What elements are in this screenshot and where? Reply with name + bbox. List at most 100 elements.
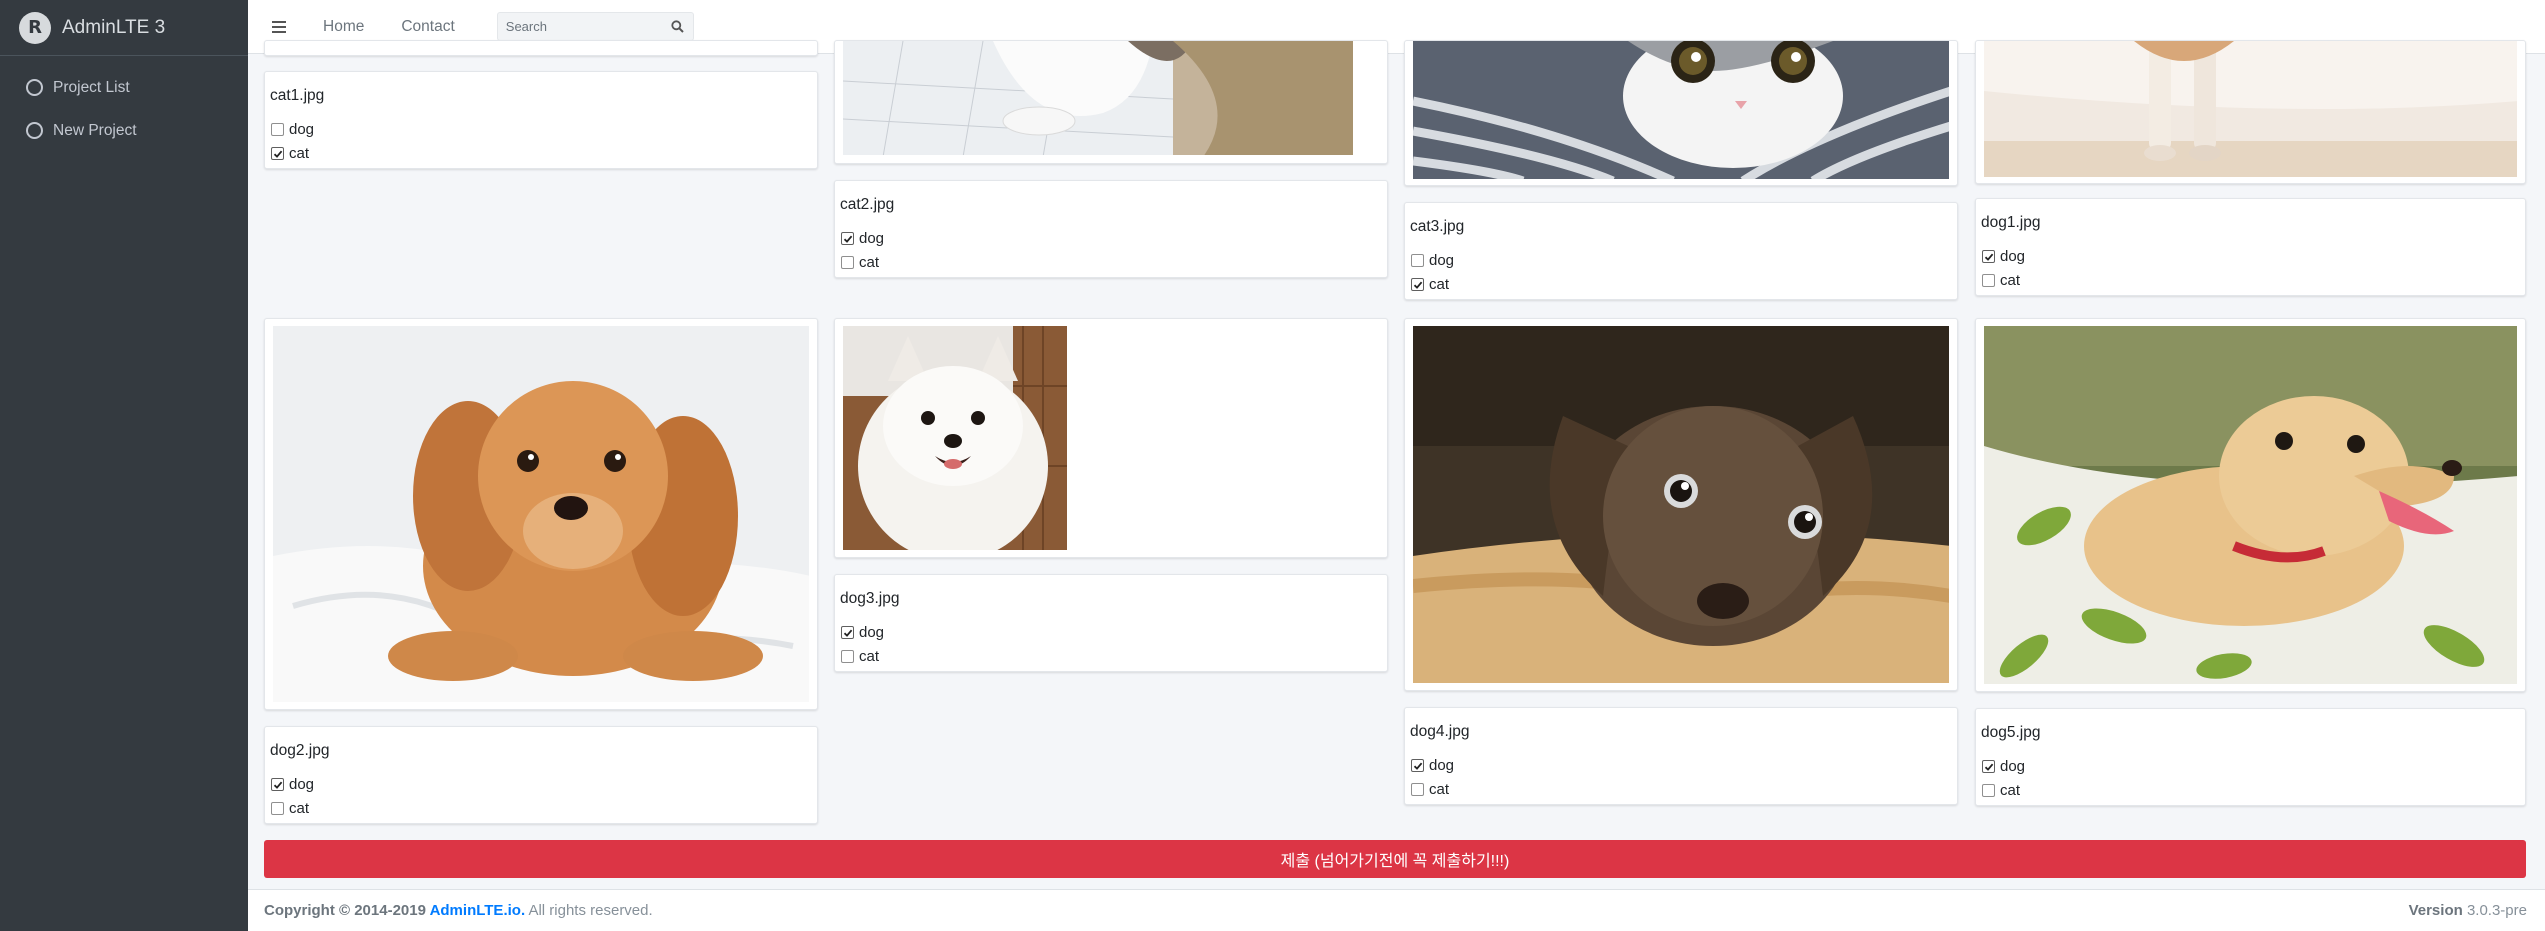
checkbox-dog[interactable]: dog — [271, 121, 314, 138]
file-name: dog1.jpg — [1981, 214, 2041, 231]
dog-photo — [843, 326, 1067, 550]
version-value: 3.0.3-pre — [2462, 902, 2527, 919]
checkbox-box[interactable] — [1982, 784, 1995, 797]
checkbox-box[interactable] — [1982, 274, 1995, 287]
checkbox-cat[interactable]: cat — [1411, 781, 1449, 798]
image-card-dog3 — [834, 318, 1388, 558]
checkbox-box[interactable] — [271, 802, 284, 815]
dog-photo-image — [843, 326, 1067, 550]
checkbox-cat[interactable]: cat — [1411, 276, 1449, 293]
checkbox-label: cat — [2000, 782, 2021, 799]
copyright-suffix: All rights reserved. — [525, 902, 653, 919]
label-card-cat2: cat2.jpg dog cat — [834, 180, 1388, 278]
search-button[interactable] — [663, 13, 693, 40]
sidebar: R AdminLTE 3 Project List New Project — [0, 0, 248, 931]
checkbox-dog[interactable]: dog — [1411, 757, 1454, 774]
copyright: Copyright © 2014-2019 AdminLTE.io. All r… — [264, 902, 653, 919]
checkbox-cat[interactable]: cat — [841, 254, 879, 271]
file-name: dog4.jpg — [1410, 723, 1470, 740]
image-card-cat1 — [264, 40, 818, 56]
menu-toggle-icon[interactable] — [272, 20, 286, 33]
file-name: dog3.jpg — [840, 590, 900, 607]
checkbox-cat[interactable]: cat — [1982, 272, 2020, 289]
checkbox-label: dog — [2000, 758, 2026, 775]
checkbox-box[interactable] — [271, 778, 284, 791]
checkbox-label: cat — [859, 648, 880, 665]
nav-contact-link[interactable]: Contact — [401, 18, 454, 36]
checkbox-box[interactable] — [271, 123, 284, 136]
checkbox-box[interactable] — [841, 650, 854, 663]
adminlte-link[interactable]: AdminLTE.io. — [430, 902, 526, 919]
brand-title: AdminLTE 3 — [62, 16, 166, 38]
version-label: Version — [2408, 902, 2463, 919]
checkbox-dog[interactable]: dog — [841, 230, 884, 247]
checkbox-box[interactable] — [1411, 783, 1424, 796]
search-input[interactable] — [497, 13, 663, 40]
copyright-prefix: Copyright © 2014-2019 — [264, 902, 430, 919]
submit-button[interactable]: 제출 (넘어가기전에 꼭 제출하기!!!) — [264, 840, 2526, 878]
file-name: cat3.jpg — [1410, 218, 1465, 235]
checkbox-box[interactable] — [841, 232, 854, 245]
checkbox-box[interactable] — [1982, 250, 1995, 263]
footer: Copyright © 2014-2019 AdminLTE.io. All r… — [248, 889, 2545, 931]
version-info: Version 3.0.3-pre — [2409, 902, 2527, 919]
checkbox-cat[interactable]: cat — [841, 648, 879, 665]
checkbox-dog[interactable]: dog — [1982, 758, 2025, 775]
checkbox-label: dog — [289, 121, 315, 138]
cat-photo — [1413, 41, 1949, 179]
checkbox-box[interactable] — [1411, 759, 1424, 772]
search-icon — [671, 20, 684, 33]
checkbox-box[interactable] — [841, 256, 854, 269]
checkbox-dog[interactable]: dog — [271, 776, 314, 793]
label-card-dog3: dog3.jpg dog cat — [834, 574, 1388, 672]
dog-photo — [1413, 326, 1949, 683]
checkbox-cat[interactable]: cat — [271, 145, 309, 162]
checkbox-box[interactable] — [1982, 760, 1995, 773]
file-name: dog5.jpg — [1981, 724, 2041, 741]
dog-photo-image — [1984, 41, 2517, 177]
checkbox-label: dog — [289, 776, 315, 793]
label-card-dog5: dog5.jpg dog cat — [1975, 708, 2526, 806]
label-card-cat1: cat1.jpg dog cat — [264, 71, 818, 169]
cat-photo — [843, 41, 1353, 155]
checkbox-box[interactable] — [271, 147, 284, 160]
checkbox-label: dog — [1429, 757, 1455, 774]
sidebar-item-label: New Project — [53, 121, 137, 139]
checkbox-box[interactable] — [841, 626, 854, 639]
dog-photo — [1984, 326, 2517, 684]
checkbox-label: cat — [289, 800, 310, 817]
checkbox-cat[interactable]: cat — [1982, 782, 2020, 799]
image-card-dog1 — [1975, 40, 2526, 184]
checkbox-dog[interactable]: dog — [1411, 252, 1454, 269]
checkbox-label: dog — [1429, 252, 1455, 269]
checkbox-cat[interactable]: cat — [271, 800, 309, 817]
file-name: cat1.jpg — [270, 87, 325, 104]
checkbox-box[interactable] — [1411, 254, 1424, 267]
label-card-dog1: dog1.jpg dog cat — [1975, 198, 2526, 296]
image-card-dog4 — [1404, 318, 1958, 691]
checkbox-dog[interactable]: dog — [1982, 248, 2025, 265]
checkbox-box[interactable] — [1411, 278, 1424, 291]
checkbox-label: cat — [1429, 781, 1450, 798]
brand-link[interactable]: R AdminLTE 3 — [0, 0, 248, 56]
label-card-cat3: cat3.jpg dog cat — [1404, 202, 1958, 300]
dog-photo — [273, 326, 809, 702]
checkbox-label: dog — [859, 624, 885, 641]
cat-photo-image — [1413, 41, 1949, 179]
image-card-dog5 — [1975, 318, 2526, 692]
navbar-search — [496, 12, 694, 41]
image-card-cat2 — [834, 40, 1388, 164]
nav-home-link[interactable]: Home — [323, 18, 364, 36]
sidebar-item-project-list[interactable]: Project List — [0, 66, 248, 109]
dog-photo-image — [1984, 326, 2517, 684]
circle-icon — [26, 122, 43, 139]
sidebar-item-new-project[interactable]: New Project — [0, 109, 248, 152]
checkbox-label: cat — [289, 145, 310, 162]
image-card-cat3 — [1404, 40, 1958, 186]
checkbox-dog[interactable]: dog — [841, 624, 884, 641]
cat-photo-image — [843, 41, 1353, 155]
file-name: cat2.jpg — [840, 196, 895, 213]
checkbox-label: cat — [859, 254, 880, 271]
label-card-dog2: dog2.jpg dog cat — [264, 726, 818, 824]
brand-logo-letter: R — [28, 17, 42, 38]
